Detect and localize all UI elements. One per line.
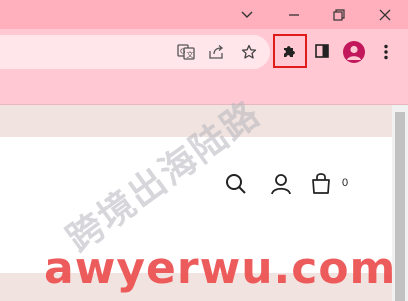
minimize-icon [289,13,299,16]
profile-icon [347,45,361,60]
cart-count: 0 [342,177,349,189]
scrollbar-thumb[interactable] [395,112,405,301]
tab-search-button[interactable] [224,0,270,29]
avatar[interactable] [343,41,365,63]
svg-text:G: G [180,48,185,56]
side-panel-icon [315,44,329,58]
extensions-button[interactable] [276,37,304,65]
restore-button[interactable] [316,0,362,29]
bookmark-button[interactable] [235,38,263,66]
side-panel-button[interactable] [308,37,336,65]
svg-text:文: 文 [187,50,194,59]
cart-icon[interactable] [309,171,333,195]
browser-menu-button[interactable] [372,38,400,66]
bookmarks-bar [0,76,408,104]
search-icon[interactable] [224,172,248,196]
title-bar [0,0,408,29]
kebab-menu-icon [384,44,388,60]
minimize-button[interactable] [271,0,317,29]
translate-icon: G 文 [177,44,195,60]
watermark-english: awyerwu.com [44,243,397,294]
account-icon[interactable] [269,172,293,196]
share-icon [209,45,224,59]
bookmark-star-icon [241,44,257,59]
puzzle-icon [284,46,295,57]
close-window-button[interactable] [362,0,408,29]
translate-button[interactable]: G 文 [172,38,200,66]
chevron-down-icon [241,11,253,18]
close-icon [379,9,391,20]
restore-icon [333,8,345,21]
share-button[interactable] [203,38,231,66]
